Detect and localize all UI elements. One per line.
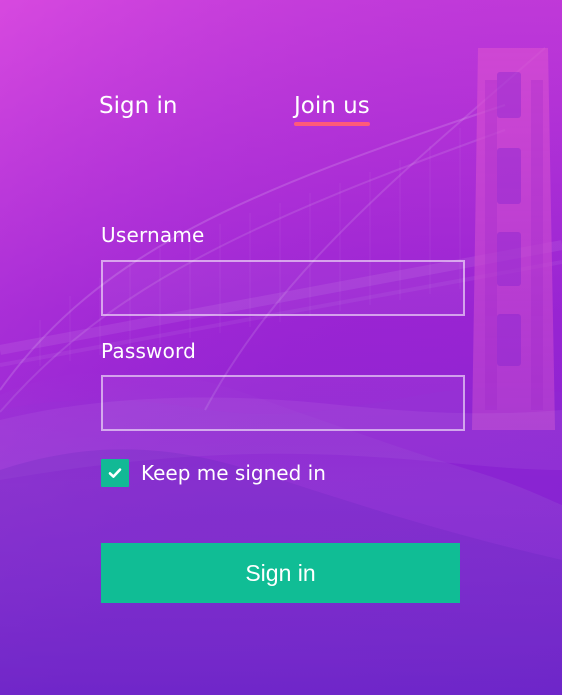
- password-input[interactable]: [101, 375, 465, 431]
- keep-signed-in-checkbox[interactable]: [101, 459, 129, 487]
- sign-in-button[interactable]: Sign in: [101, 543, 460, 603]
- tab-sign-in-label: Sign in: [99, 93, 178, 119]
- password-label: Password: [101, 339, 197, 363]
- check-icon: [108, 468, 122, 478]
- username-input[interactable]: [101, 260, 465, 316]
- keep-signed-in-label: Keep me signed in: [141, 461, 326, 485]
- active-tab-underline: [294, 122, 370, 126]
- tab-sign-in[interactable]: Sign in: [99, 88, 177, 124]
- keep-signed-in-row[interactable]: Keep me signed in: [101, 458, 326, 488]
- tab-join-us-label: Join us: [294, 93, 370, 119]
- username-label: Username: [101, 223, 205, 247]
- tab-join-us[interactable]: Join us: [294, 88, 370, 126]
- sign-in-screen: Sign in Join us Username Password Keep m…: [0, 0, 562, 695]
